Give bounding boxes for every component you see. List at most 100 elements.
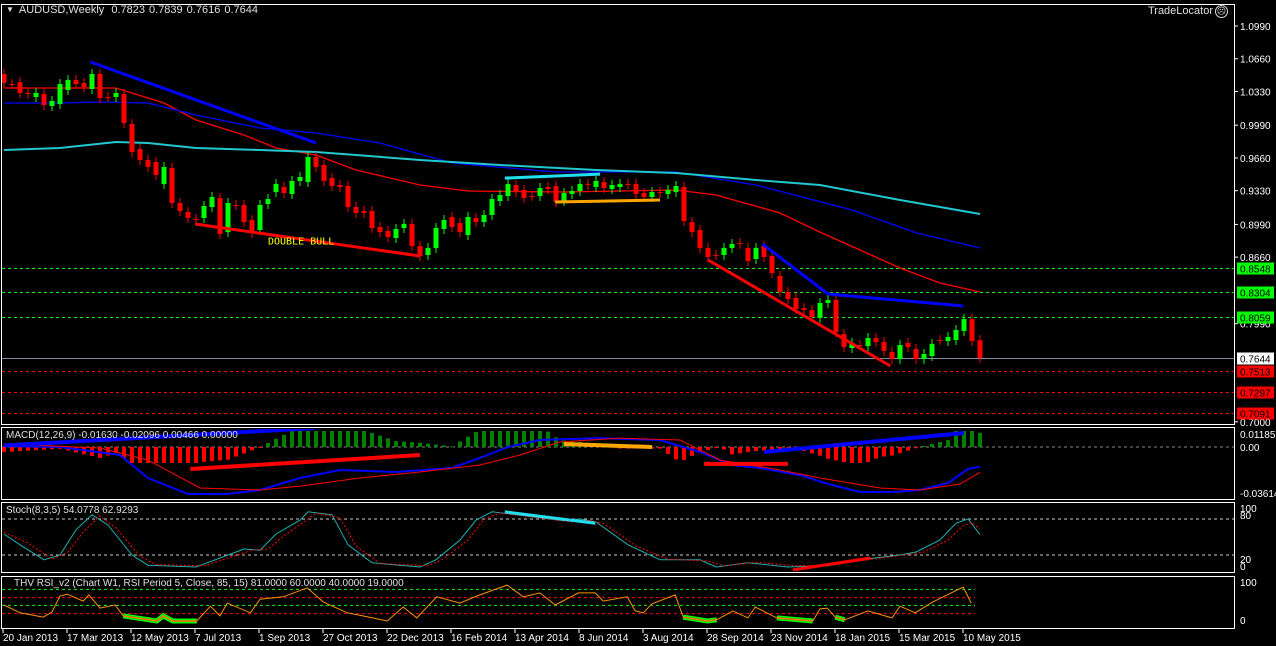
- macd-histogram-bar: [162, 447, 166, 463]
- candle-bear: [169, 167, 175, 203]
- macd-histogram-bar: [314, 431, 318, 447]
- trade-locator[interactable]: TradeLocator ☹: [1148, 5, 1228, 18]
- candle-bull: [673, 186, 679, 192]
- macd-histogram-bar: [490, 431, 494, 447]
- candle-bear: [121, 93, 127, 124]
- y-tick-label: 0.9660: [1240, 154, 1271, 165]
- candle-bull: [649, 191, 655, 198]
- macd-histogram-bar: [746, 447, 750, 453]
- candle-bear: [385, 230, 391, 238]
- macd-histogram-bar: [18, 447, 22, 452]
- candle-bear: [713, 254, 719, 256]
- candle-bear: [233, 204, 239, 206]
- x-tick-label: 17 Mar 2013: [67, 633, 124, 644]
- candle-bull: [489, 199, 495, 215]
- macd-histogram-bar: [930, 444, 934, 447]
- macd-histogram-bar: [154, 447, 158, 463]
- ohlc-close: 0.7644: [224, 4, 258, 16]
- candle-bear: [737, 242, 743, 244]
- macd-histogram-bar: [210, 447, 214, 462]
- macd-axis-label: 0.01185: [1240, 430, 1276, 441]
- chart-header: ▼ AUDUSD,Weekly 0.7823 0.7839 0.7616 0.7644: [6, 4, 262, 16]
- candle-bull: [209, 197, 215, 208]
- stoch-trendline: [792, 556, 871, 571]
- symbol-timeframe: AUDUSD,Weekly: [18, 4, 105, 16]
- macd-histogram-bar: [466, 436, 470, 447]
- candle-bear: [553, 186, 559, 202]
- level-badge-label: 0.7091: [1240, 410, 1271, 421]
- candle-bull: [433, 227, 439, 249]
- candle-bull: [257, 204, 263, 230]
- x-tick-label: 13 Apr 2014: [515, 633, 569, 644]
- x-tick-label: 20 Jan 2013: [3, 633, 58, 644]
- trade-locator-label: TradeLocator: [1147, 5, 1213, 17]
- rsi-axis-label: 0: [1240, 616, 1246, 627]
- candle-bear: [457, 223, 463, 233]
- candle-bull: [505, 184, 511, 197]
- x-tick-label: 10 May 2015: [963, 633, 1021, 644]
- macd-histogram-bar: [322, 431, 326, 447]
- macd-histogram-bar: [730, 447, 734, 455]
- stoch-axis-label: 0: [1240, 562, 1246, 573]
- level-badge-label: 0.8059: [1240, 314, 1271, 325]
- chart-menu-triangle-icon[interactable]: ▼: [6, 5, 14, 14]
- candle-bear: [81, 83, 87, 88]
- candle-bull: [33, 92, 39, 98]
- stoch-k-line: [3, 511, 981, 568]
- macd-histogram-bar: [10, 447, 14, 452]
- y-tick-label: 0.9330: [1240, 187, 1271, 198]
- candle-bear: [353, 207, 359, 214]
- candle-bear: [705, 248, 711, 257]
- macd-histogram-bar: [266, 442, 270, 447]
- candle-bear: [345, 186, 351, 208]
- candle-bear: [545, 187, 551, 189]
- trading-chart[interactable]: DOUBLE BULL 1.0990 1.0660 1.0330 0.9990 0.96…: [0, 0, 1276, 646]
- candle-bull: [57, 84, 63, 104]
- macd-histogram-bar: [138, 447, 142, 463]
- macd-trendline: [190, 453, 421, 471]
- candle-bear: [329, 177, 335, 187]
- macd-histogram-bar: [434, 444, 438, 447]
- macd-histogram-bar: [738, 447, 742, 454]
- candle-bear: [657, 191, 663, 193]
- x-tick-label: 8 Jun 2014: [579, 633, 629, 644]
- candle-bull: [161, 166, 167, 185]
- candle-bear: [129, 124, 135, 152]
- candle-bull: [921, 353, 927, 360]
- stoch-d-line: [3, 512, 981, 567]
- macd-histogram-bar: [418, 442, 422, 447]
- macd-histogram-bar: [218, 447, 222, 461]
- macd-histogram-bar: [258, 447, 262, 448]
- candle-bear: [2, 74, 7, 84]
- candle-bull: [729, 243, 735, 249]
- candle-bear: [641, 192, 647, 198]
- macd-histogram-bar: [442, 445, 446, 447]
- candle-bull: [49, 101, 55, 106]
- candle-bear: [185, 212, 191, 218]
- candle-bear: [873, 338, 879, 342]
- macd-histogram-bar: [2, 447, 6, 453]
- candle-bull: [537, 188, 543, 197]
- rsi-axis-label: 100: [1240, 578, 1257, 589]
- macd-axis-label: 0.00: [1240, 443, 1260, 454]
- y-tick-label: 0.9990: [1240, 121, 1271, 132]
- candle-bull: [201, 205, 207, 218]
- trendline: [504, 172, 601, 180]
- stoch-panel: [2, 510, 1234, 571]
- trendline: [827, 292, 964, 308]
- candle-bear: [809, 310, 815, 317]
- candle-bull: [609, 185, 615, 189]
- macd-histogram-bar: [874, 447, 878, 459]
- candle-bear: [585, 184, 591, 186]
- macd-histogram-bar: [370, 432, 374, 447]
- macd-histogram-bar: [242, 447, 246, 454]
- ma_fast-line: [4, 87, 981, 293]
- macd-histogram-bar: [666, 447, 670, 454]
- macd-histogram-bar: [506, 431, 510, 447]
- level-badge-label: 0.7297: [1240, 389, 1271, 400]
- candle-bear: [601, 182, 607, 189]
- macd-axis-label: -0.03614: [1240, 489, 1276, 500]
- macd-histogram-bar: [826, 447, 830, 459]
- macd-histogram-bar: [682, 447, 686, 460]
- stoch-label: Stoch(8,3,5) 54.0778 62.9293: [6, 505, 139, 516]
